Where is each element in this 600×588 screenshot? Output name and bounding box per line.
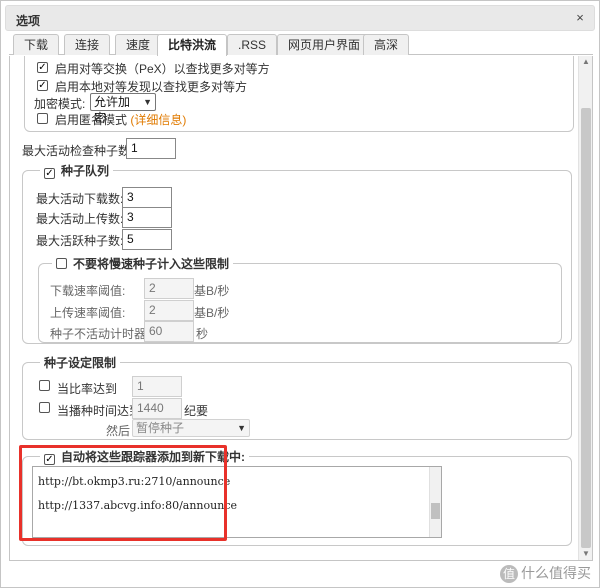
checking-label: 最大活动检查种子数: (22, 144, 134, 158)
watermark-badge: 值 (500, 565, 518, 583)
details-link[interactable]: (详细信息) (130, 113, 186, 127)
seeding-time-label: 当播种时间达到 (57, 404, 142, 418)
scroll-down-icon[interactable]: ▼ (579, 548, 592, 560)
ul-threshold-unit: 基B/秒 (194, 306, 230, 320)
idle-timer-input[interactable]: 60 (144, 321, 194, 342)
dl-threshold-label: 下载速率阈值: (50, 284, 126, 298)
watermark: 值什么值得买 (500, 563, 591, 583)
options-dialog: 选项 × 下载 连接 速度 比特洪流 .RSS 网页用户界面 高深 ✓ 启用对等… (0, 0, 600, 588)
pex-checkbox[interactable]: ✓ (37, 62, 48, 73)
ratio-input[interactable]: 1 (132, 376, 182, 397)
tracker-line: http://bt.okmp3.ru:2710/announce (38, 475, 231, 488)
title-bar: 选项 × (5, 5, 595, 31)
pex-label: 启用对等交换（PeX）以查找更多对等方 (55, 62, 270, 76)
max-uploads-label: 最大活动上传数: (36, 212, 124, 226)
idle-timer-unit: 秒 (196, 327, 209, 341)
anonymous-label: 启用匿名模式 (详细信息) (55, 113, 187, 127)
close-icon[interactable]: × (572, 10, 588, 26)
ul-threshold-input[interactable]: 2 (144, 300, 194, 321)
seeding-time-checkbox[interactable] (39, 402, 50, 413)
trackers-legend: ✓ 自动将这些跟踪器添加到新下载中: (40, 448, 249, 465)
slow-torrents-checkbox[interactable] (56, 258, 67, 269)
dl-threshold-unit: 基B/秒 (194, 284, 230, 298)
tab-bar: 下载 连接 速度 比特洪流 .RSS 网页用户界面 高深 (9, 33, 593, 56)
textarea-scrollbar[interactable] (429, 467, 441, 537)
queue-legend: ✓ 种子队列 (40, 162, 114, 179)
then-action-select[interactable]: 暂停种子 ▼ (132, 419, 250, 437)
tab-rss[interactable]: .RSS (227, 34, 278, 55)
then-label: 然后 (106, 424, 131, 438)
max-torrents-input[interactable]: 5 (122, 229, 172, 250)
ul-threshold-label: 上传速率阈值: (50, 306, 126, 320)
tracker-line: http://1337.abcvg.info:80/announce (38, 499, 237, 512)
watermark-text: 什么值得买 (521, 564, 591, 581)
seeding-time-input[interactable]: 1440 (132, 398, 182, 419)
encryption-label: 加密模式: (34, 97, 86, 111)
tab-speed[interactable]: 速度 (115, 34, 162, 55)
dl-threshold-input[interactable]: 2 (144, 278, 194, 299)
seeding-fieldset (22, 362, 572, 440)
idle-timer-label: 种子不活动计时器: (50, 327, 150, 341)
ratio-label: 当比率达到 (57, 382, 118, 396)
queue-checkbox[interactable]: ✓ (44, 168, 55, 179)
max-torrents-label: 最大活跃种子数: (36, 234, 124, 248)
chevron-down-icon: ▼ (143, 97, 152, 107)
dialog-title: 选项 (16, 14, 41, 28)
anonymous-checkbox[interactable] (37, 113, 48, 124)
seeding-time-unit: 纪要 (184, 404, 209, 418)
lsd-checkbox[interactable]: ✓ (37, 80, 48, 91)
tab-bittorrent[interactable]: 比特洪流 (157, 34, 228, 56)
checking-input[interactable]: 1 (126, 138, 176, 159)
ratio-checkbox[interactable] (39, 380, 50, 391)
panel-scrollbar[interactable]: ▲ ▼ (578, 56, 592, 560)
panel-scroll-thumb[interactable] (581, 108, 591, 548)
tab-advanced[interactable]: 高深 (363, 34, 410, 55)
chevron-down-icon: ▼ (237, 423, 246, 433)
max-downloads-label: 最大活动下载数: (36, 192, 124, 206)
tab-webui[interactable]: 网页用户界面 (277, 34, 372, 55)
max-uploads-input[interactable]: 3 (122, 207, 172, 228)
scroll-up-icon[interactable]: ▲ (579, 56, 592, 68)
textarea-scroll-thumb[interactable] (431, 503, 440, 519)
encryption-select[interactable]: 允许加密 ▼ (90, 93, 156, 125)
max-downloads-input[interactable]: 3 (122, 187, 172, 208)
trackers-checkbox[interactable]: ✓ (44, 454, 55, 465)
slow-torrents-legend: 不要将慢速种子计入这些限制 (52, 255, 234, 272)
tab-download[interactable]: 下载 (13, 34, 60, 55)
trackers-textarea[interactable]: http://bt.okmp3.ru:2710/announce http://… (32, 466, 442, 538)
settings-panel: ✓ 启用对等交换（PeX）以查找更多对等方 ✓ 启用本地对等发现以查找更多对等方… (9, 56, 593, 561)
seeding-legend: 种子设定限制 (40, 354, 121, 371)
tab-connection[interactable]: 连接 (64, 34, 111, 55)
then-action-value: 暂停种子 (136, 421, 185, 435)
